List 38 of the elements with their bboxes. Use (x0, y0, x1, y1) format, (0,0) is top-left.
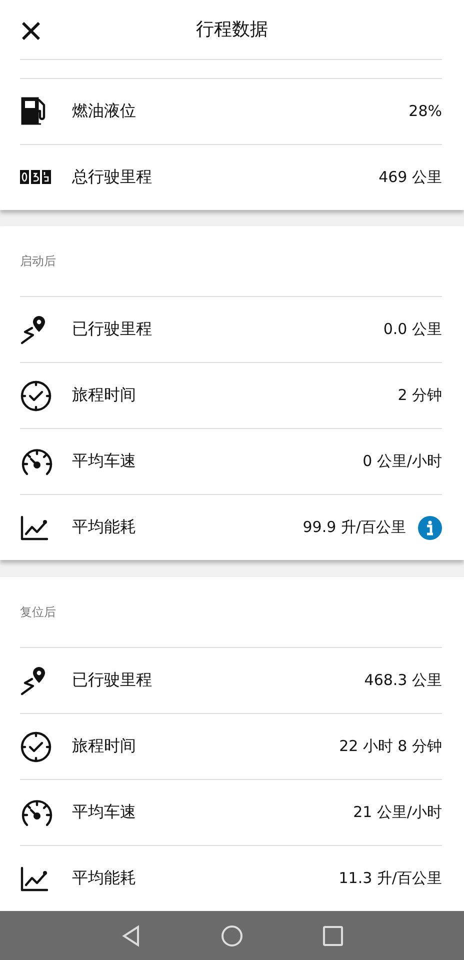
odometer-icon (20, 170, 52, 184)
close-icon (20, 20, 42, 42)
row-value: 11.3 升/百公里 (338, 869, 442, 888)
row-label: 总行驶里程 (72, 166, 153, 188)
clock-icon (20, 730, 52, 763)
section-title: 复位后 (20, 604, 57, 621)
row-value: 28% (408, 102, 442, 120)
line-chart-icon (20, 866, 48, 892)
route-pin-icon (20, 664, 48, 697)
row-value: 468.3 公里 (364, 671, 442, 690)
line-chart-icon (20, 514, 48, 541)
page-title: 行程数据 (196, 18, 268, 42)
row-value: 22 小时 8 分钟 (339, 737, 442, 756)
row-value: 0.0 公里 (383, 320, 442, 340)
row-label: 燃油液位 (72, 100, 137, 122)
row-value: 0 公里/小时 (362, 452, 442, 472)
speedometer-icon (20, 446, 54, 477)
row-label: 平均能耗 (72, 517, 137, 538)
back-button[interactable] (121, 924, 141, 947)
row-label: 旅程时间 (72, 736, 137, 758)
route-pin-icon (20, 314, 48, 346)
section-title: 启动后 (20, 252, 57, 270)
row-label: 平均车速 (72, 802, 137, 824)
recents-button[interactable] (323, 926, 343, 946)
home-button[interactable] (221, 924, 243, 947)
row-label: 已行驶里程 (72, 319, 153, 340)
clock-icon (20, 380, 52, 412)
row-label: 平均车速 (72, 451, 137, 472)
speedometer-icon (20, 798, 54, 828)
row-value: 21 公里/小时 (353, 803, 442, 822)
row-value: 469 公里 (378, 168, 442, 187)
row-label: 平均能耗 (72, 868, 137, 890)
row-label: 旅程时间 (72, 385, 137, 406)
row-label: 已行驶里程 (72, 670, 153, 692)
row-value: 99.9 升/百公里 (302, 518, 406, 538)
row-value: 2 分钟 (398, 386, 442, 406)
info-icon[interactable] (418, 516, 442, 540)
fuel-pump-icon (20, 96, 48, 126)
